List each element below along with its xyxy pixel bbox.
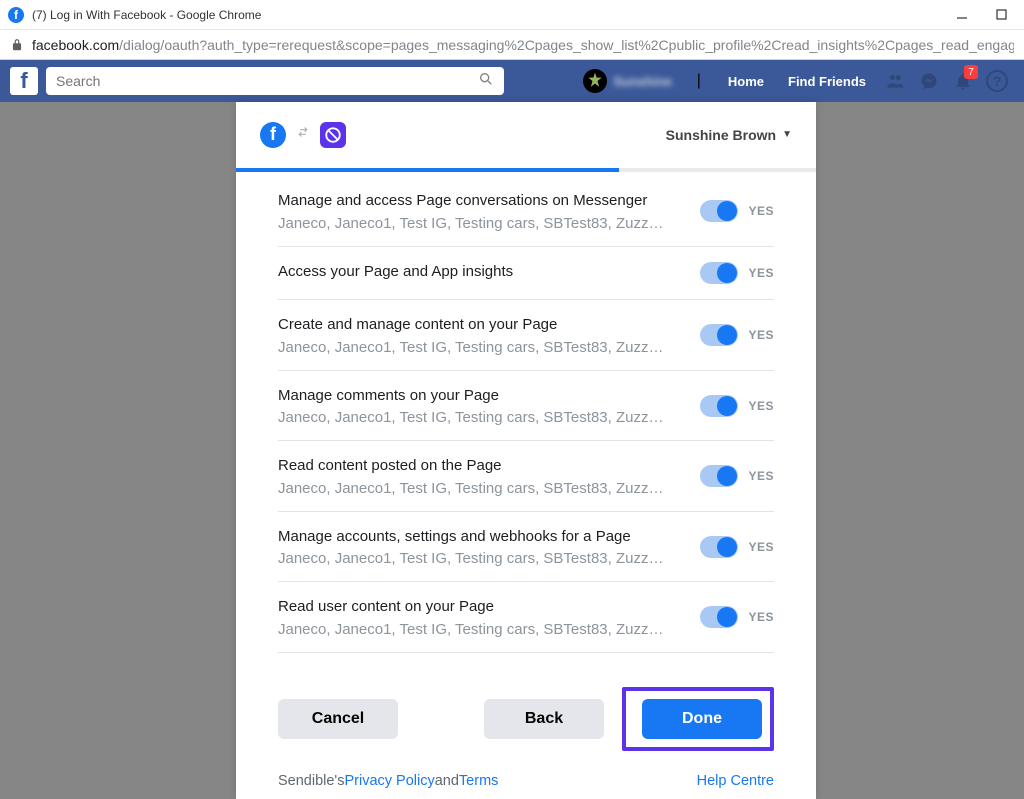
minimize-button[interactable] xyxy=(955,8,969,22)
back-button[interactable]: Back xyxy=(484,699,604,739)
search-input[interactable] xyxy=(56,73,478,89)
url-path: /dialog/oauth?auth_type=rerequest&scope=… xyxy=(119,37,1014,53)
profile-link[interactable]: Sunshine xyxy=(573,69,682,93)
permission-item: Create and manage content on your Page J… xyxy=(278,300,774,371)
cancel-button[interactable]: Cancel xyxy=(278,699,398,739)
search-container[interactable] xyxy=(46,67,504,95)
notif-badge: 7 xyxy=(964,65,978,79)
maximize-button[interactable] xyxy=(994,8,1008,22)
home-link[interactable]: Home xyxy=(716,74,776,89)
help-button[interactable]: ? xyxy=(980,60,1014,102)
swap-icon xyxy=(296,125,310,144)
permission-item: Read content posted on the Page Janeco, … xyxy=(278,441,774,512)
permission-title: Read content posted on the Page xyxy=(278,456,690,476)
chrome-addressbar[interactable]: facebook.com/dialog/oauth?auth_type=rere… xyxy=(0,30,1024,60)
url-text: facebook.com/dialog/oauth?auth_type=rere… xyxy=(32,37,1014,53)
dialog-username-text: Sunshine Brown xyxy=(666,127,776,143)
permission-subtitle: Janeco, Janeco1, Test IG, Testing cars, … xyxy=(278,621,690,638)
dialog-footer: Cancel Back Done Sendible's Privacy Poli… xyxy=(236,659,816,799)
permission-toggle[interactable] xyxy=(700,395,738,417)
sendible-app-icon xyxy=(320,122,346,148)
find-friends-link[interactable]: Find Friends xyxy=(776,74,878,89)
terms-link[interactable]: Terms xyxy=(459,773,498,789)
avatar xyxy=(583,69,607,93)
url-host: facebook.com xyxy=(32,37,119,53)
footer-links: Sendible's Privacy Policy and Terms Help… xyxy=(278,773,774,789)
permission-title: Create and manage content on your Page xyxy=(278,315,690,335)
permission-toggle[interactable] xyxy=(700,465,738,487)
permissions-scroll[interactable]: Manage and access Page conversations on … xyxy=(236,172,816,659)
chrome-titlebar: f (7) Log in With Facebook - Google Chro… xyxy=(0,0,1024,30)
done-button-highlight: Done xyxy=(622,687,774,751)
dialog-user-dropdown[interactable]: Sunshine Brown ▼ xyxy=(666,127,792,143)
permission-item: Manage accounts, settings and webhooks f… xyxy=(278,512,774,583)
permission-item: Read user content on your Page Janeco, J… xyxy=(278,582,774,653)
permission-toggle[interactable] xyxy=(700,606,738,628)
facebook-favicon: f xyxy=(8,7,24,23)
toggle-yes-label: YES xyxy=(748,540,774,554)
done-button[interactable]: Done xyxy=(642,699,762,739)
toggle-yes-label: YES xyxy=(748,328,774,342)
toggle-yes-label: YES xyxy=(748,399,774,413)
facebook-navbar: f Sunshine | Home Find Friends 7 ? xyxy=(0,60,1024,102)
facebook-app-icon: f xyxy=(260,122,286,148)
permission-toggle[interactable] xyxy=(700,324,738,346)
permission-subtitle: Janeco, Janeco1, Test IG, Testing cars, … xyxy=(278,480,690,497)
permission-item: Manage and access Page conversations on … xyxy=(278,176,774,247)
search-icon[interactable] xyxy=(478,71,494,92)
toggle-yes-label: YES xyxy=(748,469,774,483)
caret-down-icon: ▼ xyxy=(782,129,792,140)
messenger-button[interactable] xyxy=(912,60,946,102)
page-body: f Sunshine Brown ▼ Manage and access Pag… xyxy=(0,102,1024,799)
toggle-yes-label: YES xyxy=(748,266,774,280)
permission-subtitle: Janeco, Janeco1, Test IG, Testing cars, … xyxy=(278,339,690,356)
permission-title: Manage comments on your Page xyxy=(278,386,690,406)
permission-title: Manage and access Page conversations on … xyxy=(278,191,690,211)
permission-item: Show a list of the Pages you manage Jane… xyxy=(278,653,774,660)
permission-title: Manage accounts, settings and webhooks f… xyxy=(278,527,690,547)
window-title: (7) Log in With Facebook - Google Chrome xyxy=(32,8,955,22)
permission-title: Read user content on your Page xyxy=(278,597,690,617)
permission-subtitle: Janeco, Janeco1, Test IG, Testing cars, … xyxy=(278,215,690,232)
permission-toggle[interactable] xyxy=(700,200,738,222)
user-name-blurred: Sunshine xyxy=(613,74,672,89)
toggle-yes-label: YES xyxy=(748,204,774,218)
permission-subtitle: Janeco, Janeco1, Test IG, Testing cars, … xyxy=(278,550,690,567)
dialog-header: f Sunshine Brown ▼ xyxy=(236,102,816,168)
friend-requests-button[interactable] xyxy=(878,60,912,102)
permission-toggle[interactable] xyxy=(700,536,738,558)
friend-requests-icon[interactable]: | xyxy=(682,60,716,102)
permission-item: Access your Page and App insights YES xyxy=(278,247,774,301)
permission-item: Manage comments on your Page Janeco, Jan… xyxy=(278,371,774,442)
facebook-logo[interactable]: f xyxy=(10,67,38,95)
help-icon: ? xyxy=(986,70,1008,92)
footer-prefix: Sendible's xyxy=(278,773,344,789)
permission-subtitle: Janeco, Janeco1, Test IG, Testing cars, … xyxy=(278,409,690,426)
help-centre-link[interactable]: Help Centre xyxy=(697,773,774,789)
privacy-policy-link[interactable]: Privacy Policy xyxy=(344,773,434,789)
lock-icon xyxy=(10,38,24,52)
permission-title: Access your Page and App insights xyxy=(278,262,690,282)
permissions-list: Manage and access Page conversations on … xyxy=(236,172,816,659)
toggle-yes-label: YES xyxy=(748,610,774,624)
oauth-permissions-dialog: f Sunshine Brown ▼ Manage and access Pag… xyxy=(236,102,816,799)
footer-and: and xyxy=(435,773,459,789)
permission-toggle[interactable] xyxy=(700,262,738,284)
notifications-button[interactable]: 7 xyxy=(946,60,980,102)
